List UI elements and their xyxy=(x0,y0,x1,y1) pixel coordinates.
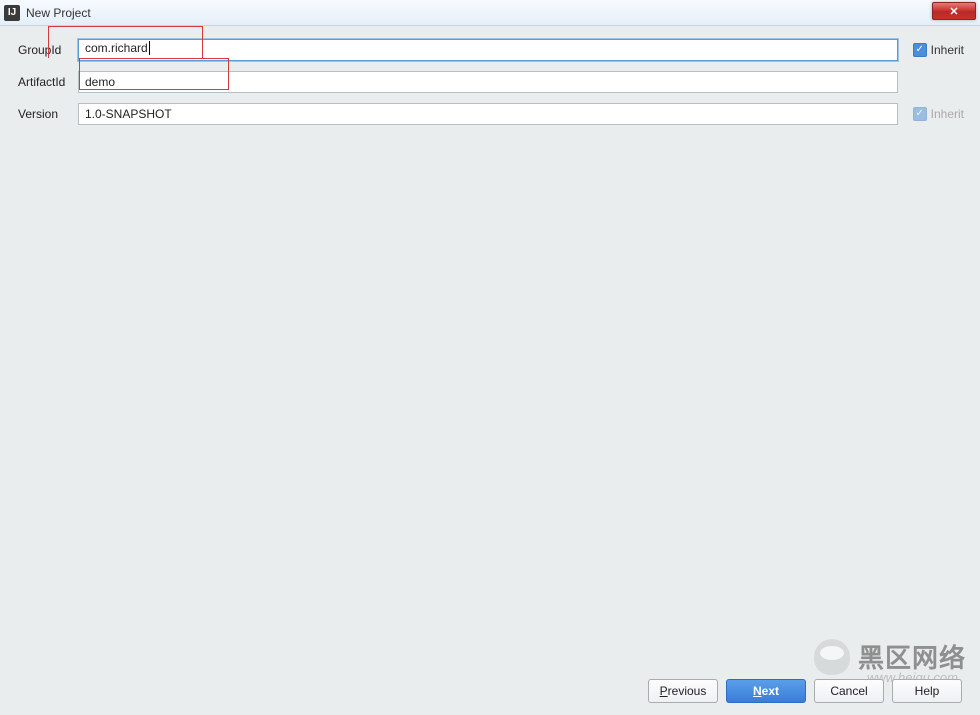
app-icon: IJ xyxy=(4,5,20,21)
label-version: Version xyxy=(18,107,78,121)
checkbox-checked-icon[interactable]: ✓ xyxy=(913,43,927,57)
watermark-logo-icon xyxy=(814,639,850,675)
text-caret xyxy=(149,41,150,55)
watermark: 黑区网络 xyxy=(814,638,966,675)
label-groupid: GroupId xyxy=(18,43,78,57)
titlebar: IJ New Project ✕ xyxy=(0,0,980,26)
inherit-groupid[interactable]: ✓ Inherit xyxy=(898,43,964,57)
row-artifactid: ArtifactId ✓Inherit xyxy=(18,70,964,94)
previous-button[interactable]: Previous xyxy=(648,679,718,703)
button-bar: Previous Next Cancel Help xyxy=(0,679,980,703)
row-version: Version ✓ Inherit xyxy=(18,102,964,126)
inherit-version[interactable]: ✓ Inherit xyxy=(898,107,964,121)
label-artifactid: ArtifactId xyxy=(18,75,78,89)
inherit-label-version: Inherit xyxy=(931,107,964,121)
next-button[interactable]: Next xyxy=(726,679,806,703)
input-artifactid[interactable] xyxy=(78,71,898,93)
close-button[interactable]: ✕ xyxy=(932,2,976,20)
input-version[interactable] xyxy=(78,103,898,125)
cancel-button[interactable]: Cancel xyxy=(814,679,884,703)
watermark-text: 黑区网络 xyxy=(858,638,966,675)
row-groupid: GroupId com.richard ✓ Inherit xyxy=(18,38,964,62)
form-panel: GroupId com.richard ✓ Inherit ArtifactId… xyxy=(0,26,980,126)
window-title: New Project xyxy=(26,6,91,20)
help-button[interactable]: Help xyxy=(892,679,962,703)
inherit-label-groupid: Inherit xyxy=(931,43,964,57)
close-icon: ✕ xyxy=(949,5,958,18)
checkbox-checked-icon[interactable]: ✓ xyxy=(913,107,927,121)
input-groupid[interactable]: com.richard xyxy=(78,39,898,61)
